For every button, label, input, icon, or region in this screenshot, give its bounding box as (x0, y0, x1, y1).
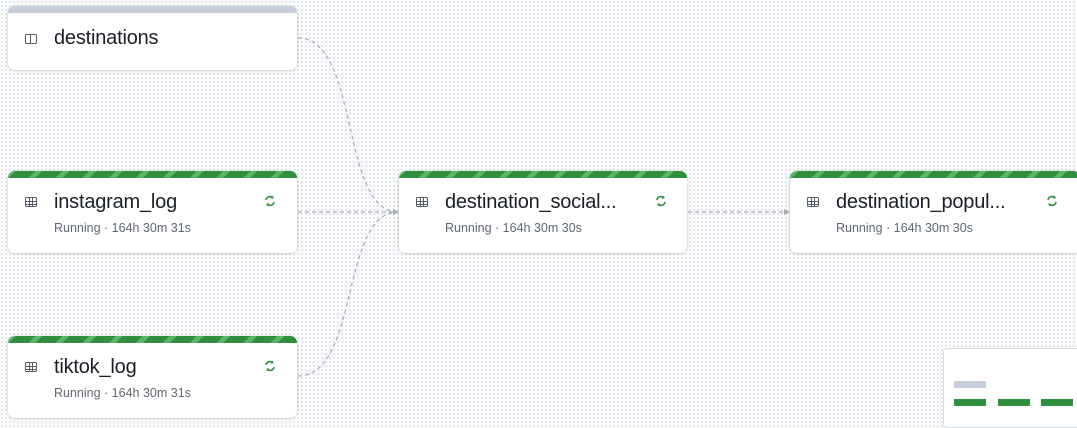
refresh-icon[interactable] (654, 194, 668, 208)
table-icon (25, 362, 37, 372)
node-title: destinations (54, 27, 159, 49)
node-title: tiktok_log (54, 356, 137, 378)
node-instagram-log[interactable]: instagram_log Running · 164h 30m 31s (8, 171, 297, 253)
node-tiktok-log[interactable]: tiktok_log Running · 164h 30m 31s (8, 336, 297, 418)
refresh-icon[interactable] (263, 359, 277, 373)
minimap-node-running (1041, 399, 1073, 406)
edge-tiktok-to-social (297, 211, 399, 377)
node-destinations[interactable]: destinations (8, 6, 297, 70)
status-bar (8, 171, 297, 178)
status-bar (8, 6, 297, 13)
node-title: instagram_log (54, 191, 178, 213)
minimap-node-pending (954, 381, 986, 388)
status-bar (399, 171, 687, 178)
minimap-node-running (954, 399, 986, 406)
status-bar (790, 171, 1077, 178)
minimap-node-running (998, 399, 1030, 406)
refresh-icon[interactable] (1045, 194, 1059, 208)
edge-destinations-to-social (297, 37, 399, 213)
node-status: Running · 164h 30m 31s (54, 221, 191, 235)
node-title: destination_social... (445, 191, 617, 213)
node-status: Running · 164h 30m 31s (54, 386, 191, 400)
node-title: destination_popul... (836, 191, 1006, 213)
status-bar (8, 336, 297, 343)
table-icon (416, 197, 428, 207)
node-status: Running · 164h 30m 30s (836, 221, 973, 235)
view-icon (25, 34, 37, 44)
table-icon (25, 197, 37, 207)
node-status: Running · 164h 30m 30s (445, 221, 582, 235)
node-destination-social[interactable]: destination_social... Running · 164h 30m… (399, 171, 687, 253)
refresh-icon[interactable] (263, 194, 277, 208)
node-destination-popular[interactable]: destination_popul... Running · 164h 30m … (790, 171, 1077, 253)
table-icon (807, 197, 819, 207)
minimap[interactable] (943, 348, 1077, 428)
